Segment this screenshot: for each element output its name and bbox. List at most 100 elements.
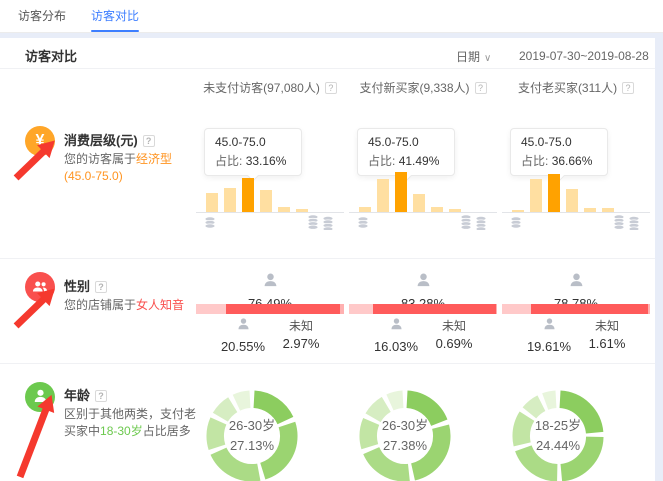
gender-segment-unknown (648, 304, 650, 314)
bar[interactable] (413, 194, 425, 212)
row-desc-consumption: 您的访客属于经济型(45.0-75.0) (64, 151, 198, 185)
row-title-age: 年龄? (64, 385, 107, 404)
date-range-value[interactable]: 2019-07-30~2019-08-28 (519, 49, 649, 63)
age-chart-new-buyers: 26-30岁27.38% (349, 388, 497, 481)
donut-center-label: 26-30岁27.38% (359, 388, 451, 480)
gender-segment-unknown (340, 304, 344, 314)
gender-ratio-bar[interactable] (196, 304, 344, 314)
donut-center-label: 18-25岁24.44% (512, 388, 604, 480)
tooltip-label: 占比: (368, 154, 395, 168)
coins-high-icon (613, 214, 640, 230)
row-title-gender: 性别? (64, 276, 107, 295)
unknown-percentage: 0.69% (423, 336, 485, 351)
unknown-label: 未知 (270, 317, 332, 334)
row-desc-gender: 您的店铺属于女人知音 (64, 297, 198, 314)
consumption-chart-new-buyers: 45.0-75.0 占比: 41.49% (349, 126, 497, 234)
consumption-bar-chart[interactable] (359, 172, 467, 212)
row-title-consumption: 消费层级(元)? (64, 130, 155, 149)
unknown-label: 未知 (423, 317, 485, 334)
tooltip-label: 占比: (521, 154, 548, 168)
gender-segment-male (349, 304, 373, 314)
bar[interactable] (224, 188, 236, 212)
tooltip-value: 33.16% (246, 154, 287, 168)
coins-high-icon (307, 214, 334, 230)
help-icon[interactable]: ? (622, 82, 634, 94)
row-desc-age: 区别于其他两类，支付老买家中18-30岁占比居多 (64, 406, 198, 440)
tab-visitor-distribution[interactable]: 访客分布 (18, 0, 66, 32)
woman-icon (349, 272, 497, 294)
header-divider (0, 68, 655, 69)
gender-segment-male (502, 304, 531, 314)
bar-highlighted[interactable] (242, 178, 254, 212)
male-percentage: 19.61% (518, 339, 580, 354)
tab-visitor-comparison[interactable]: 访客对比 (91, 0, 139, 32)
gender-ratio-bar[interactable] (349, 304, 497, 314)
consumption-bar-chart[interactable] (512, 172, 620, 212)
bar[interactable] (566, 189, 578, 212)
x-axis (502, 212, 650, 213)
male-percentage: 16.03% (365, 339, 427, 354)
x-axis (349, 212, 497, 213)
date-filter[interactable]: 日期 ∨ (456, 48, 491, 65)
date-filter-label: 日期 (456, 50, 480, 64)
visitor-comparison-page: 访客分布 访客对比 访客对比 日期 ∨ 2019-07-30~2019-08-28… (0, 0, 663, 481)
gender-segment-female (373, 304, 496, 314)
column-header-unpaid-visitors: 未支付访客(97,080人)? (196, 79, 344, 96)
bar[interactable] (260, 190, 272, 212)
donut-center-label: 26-30岁27.13% (206, 388, 298, 480)
bar-tooltip: 45.0-75.0 占比: 36.66% (510, 128, 608, 176)
column-header-new-buyers: 支付新买家(9,338人)? (349, 79, 497, 96)
tooltip-value: 36.66% (552, 154, 593, 168)
man-icon (518, 317, 580, 337)
help-icon[interactable]: ? (325, 82, 337, 94)
age-chart-unpaid: 26-30岁27.13% (196, 388, 344, 481)
bar-highlighted[interactable] (548, 174, 560, 212)
comparison-card: 访客对比 日期 ∨ 2019-07-30~2019-08-28 未支付访客(97,… (0, 38, 655, 481)
gender-segment-unknown (496, 304, 497, 314)
x-axis (196, 212, 344, 213)
woman-icon (502, 272, 650, 294)
tooltip-range: 45.0-75.0 (215, 135, 291, 149)
unknown-percentage: 2.97% (270, 336, 332, 351)
row-divider (0, 258, 655, 259)
bar[interactable] (530, 179, 542, 212)
row-divider (0, 363, 655, 364)
age-chart-old-buyers: 18-25岁24.44% (502, 388, 650, 481)
gender-chart-unpaid: 76.49% 20.55% 未知2.97% (196, 272, 344, 358)
coins-low-icon (204, 216, 216, 234)
woman-icon (196, 272, 344, 294)
help-icon[interactable]: ? (475, 82, 487, 94)
consumption-bar-chart[interactable] (206, 172, 314, 212)
help-icon[interactable]: ? (95, 281, 107, 293)
help-icon[interactable]: ? (143, 135, 155, 147)
man-icon (212, 317, 274, 337)
consumption-chart-old-buyers: 45.0-75.0 占比: 36.66% (502, 126, 650, 234)
tooltip-range: 45.0-75.0 (521, 135, 597, 149)
bar[interactable] (206, 193, 218, 212)
coins-low-icon (357, 216, 369, 234)
coins-high-icon (460, 214, 487, 230)
man-icon (365, 317, 427, 337)
gender-segment-female (531, 304, 648, 314)
bar-highlighted[interactable] (395, 172, 407, 212)
chevron-down-icon: ∨ (484, 53, 491, 64)
gender-segment-female (226, 304, 339, 314)
tooltip-range: 45.0-75.0 (368, 135, 444, 149)
column-header-old-buyers: 支付老买家(311人)? (502, 79, 650, 96)
tab-bar: 访客分布 访客对比 (0, 0, 663, 33)
male-percentage: 20.55% (212, 339, 274, 354)
consumption-chart-unpaid: 45.0-75.0 占比: 33.16% (196, 126, 344, 234)
bar-tooltip: 45.0-75.0 占比: 33.16% (204, 128, 302, 176)
bar[interactable] (377, 179, 389, 212)
coins-low-icon (510, 216, 522, 234)
gender-chart-new-buyers: 83.28% 16.03% 未知0.69% (349, 272, 497, 358)
page-title: 访客对比 (25, 46, 77, 65)
tooltip-value: 41.49% (399, 154, 440, 168)
unknown-percentage: 1.61% (576, 336, 638, 351)
gender-ratio-bar[interactable] (502, 304, 650, 314)
tooltip-label: 占比: (215, 154, 242, 168)
gender-chart-old-buyers: 78.78% 19.61% 未知1.61% (502, 272, 650, 358)
gender-segment-male (196, 304, 226, 314)
help-icon[interactable]: ? (95, 390, 107, 402)
unknown-label: 未知 (576, 317, 638, 334)
